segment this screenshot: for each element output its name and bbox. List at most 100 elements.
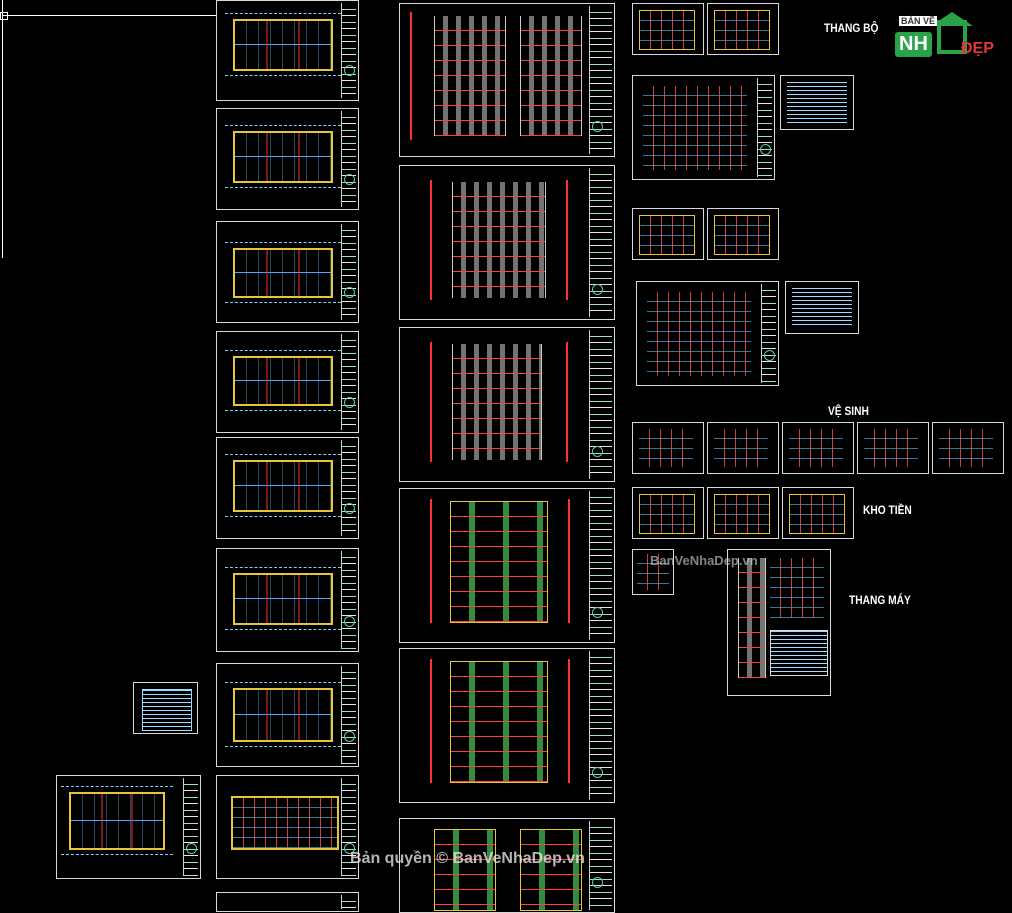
logo-nh-text: NH [895,32,932,57]
floor-plan-sheet-9[interactable] [216,892,359,912]
floor-plan-drawing [225,567,341,630]
elevator-section-sheet[interactable] [727,549,831,696]
title-block [341,3,356,98]
section-drawing [434,16,506,136]
title-block [341,334,356,430]
section-drawing [520,829,582,911]
title-block [589,821,612,910]
title-block [761,284,776,383]
elevator-plan-drawing [770,558,824,618]
vault-detail-sheet-1[interactable] [632,487,704,539]
elevator-section-drawing [738,558,766,678]
site-logo: BẢN VẼ NH ĐẸP [893,12,1005,66]
floor-plan-drawing [225,350,341,411]
floor-plan-drawing [225,13,341,76]
label-kho-tien: KHO TIỀN [863,503,912,517]
title-block [341,224,356,320]
toilet-plan-drawing [639,429,693,467]
logo-dep-text: ĐẸP [961,40,994,57]
elevation-sheet-1[interactable] [399,165,615,320]
title-block [589,491,612,640]
logo-top-text: BẢN VẼ [899,16,938,26]
roof-plan-drawing [231,796,339,850]
vault-detail-sheet-2[interactable] [707,487,779,539]
level-axis [430,180,432,300]
schedule-table [142,689,192,731]
toilet-detail-sheet-5[interactable] [932,422,1004,474]
title-block [341,895,356,909]
stair-plan-drawing [714,215,770,255]
title-block [589,6,612,154]
stair-detail-sheet-4[interactable] [707,208,779,260]
level-axis [410,12,412,140]
elevation-drawing [452,182,546,298]
floor-plan-drawing [225,242,341,303]
toilet-plan-drawing [789,429,843,467]
site-plan-sheet[interactable] [56,775,201,879]
stair-section-sheet-1[interactable] [632,75,775,180]
floor-plan-sheet-3[interactable] [216,221,359,323]
label-thang-bo: THANG BỘ [824,21,879,35]
floor-plan-drawing [225,125,341,188]
watermark-copyright: Bản quyền © BanVeNhaDep.vn [350,850,585,867]
level-axis [430,342,432,462]
elevation-drawing [450,661,548,783]
vault-plan-drawing [789,494,845,534]
stair-notes [792,288,852,328]
level-axis [566,180,568,300]
stair-detail-sheet-3[interactable] [632,208,704,260]
stair-note-sheet-1[interactable] [780,75,854,130]
toilet-plan-drawing [939,429,993,467]
schedule-table-sheet[interactable] [133,682,198,734]
toilet-detail-sheet-4[interactable] [857,422,929,474]
elevation-sheet-2[interactable] [399,327,615,482]
toilet-detail-sheet-1[interactable] [632,422,704,474]
section-drawing [520,16,582,136]
title-block [341,551,356,649]
stair-note-sheet-2[interactable] [785,281,859,334]
floor-plan-sheet-4[interactable] [216,331,359,433]
title-block [183,778,198,876]
title-block [757,78,772,177]
stair-notes [787,82,847,124]
toilet-plan-drawing [864,429,918,467]
stair-section-sheet-2[interactable] [636,281,779,386]
vault-plan-drawing [639,494,695,534]
floor-plan-sheet-1[interactable] [216,0,359,101]
level-axis [430,659,432,783]
title-block [341,111,356,207]
level-axis [566,342,568,462]
title-block [589,168,612,317]
stair-plan-drawing [639,215,695,255]
level-axis [568,499,570,623]
floor-plan-sheet-5[interactable] [216,437,359,539]
level-axis [430,499,432,623]
crosshair-pickbox [0,12,8,20]
elevation-drawing [450,501,548,623]
toilet-detail-sheet-2[interactable] [707,422,779,474]
stair-plan-drawing [714,10,770,50]
stair-section-drawing [643,86,747,170]
elevation-sheet-4[interactable] [399,648,615,803]
floor-plan-sheet-8[interactable] [216,775,359,879]
title-block [341,440,356,536]
floor-plan-sheet-7[interactable] [216,663,359,767]
elevation-sheet-3[interactable] [399,488,615,643]
floor-plan-sheet-2[interactable] [216,108,359,210]
floor-plan-sheet-6[interactable] [216,548,359,652]
level-axis [568,659,570,783]
elevation-drawing [452,344,542,460]
section-sheet-1[interactable] [399,3,615,157]
stair-section-drawing [647,292,751,376]
site-plan-drawing [61,786,173,855]
vault-detail-sheet-3[interactable] [782,487,854,539]
crosshair-vertical-line [2,0,3,258]
title-block [341,666,356,764]
toilet-plan-drawing [714,429,768,467]
label-ve-sinh: VỆ SINH [828,404,869,418]
stair-detail-sheet-1[interactable] [632,3,704,55]
crosshair-horizontal-line [2,15,217,16]
stair-detail-sheet-2[interactable] [707,3,779,55]
vault-plan-drawing [714,494,770,534]
toilet-detail-sheet-3[interactable] [782,422,854,474]
